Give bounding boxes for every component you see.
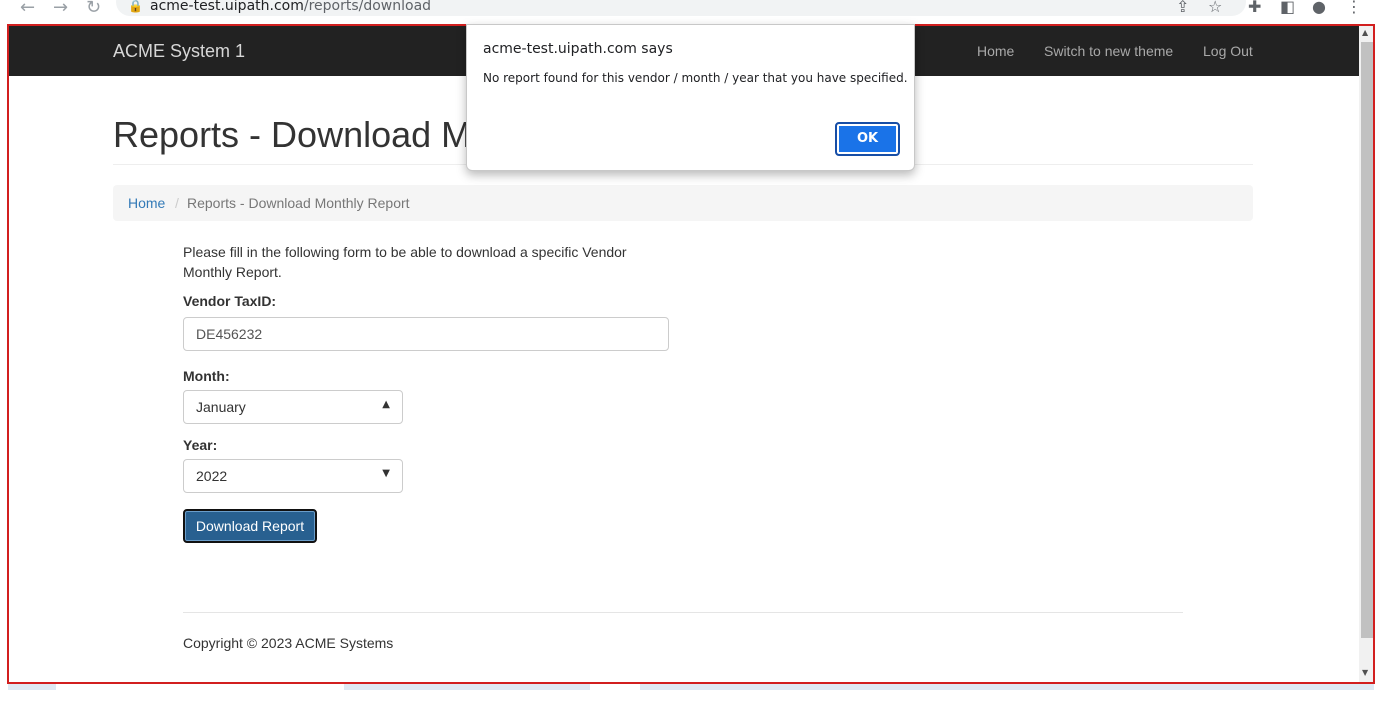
form-intro-text: Please fill in the following form to be … xyxy=(183,244,627,280)
caret-up-icon: ▲ xyxy=(382,399,390,410)
share-icon[interactable]: ⇪ xyxy=(1176,0,1189,16)
side-panel-icon[interactable]: ◧ xyxy=(1280,0,1295,16)
year-select[interactable]: 2022 ▼ xyxy=(183,459,403,493)
month-select[interactable]: January ▲ xyxy=(183,390,403,424)
month-selected-value: January xyxy=(196,399,246,415)
dialog-message: No report found for this vendor / month … xyxy=(483,71,908,85)
year-label: Year: xyxy=(183,437,218,453)
scroll-down-arrow-icon[interactable]: ▼ xyxy=(1362,668,1368,677)
browser-toolbar: ← → ↻ 🔒 acme-test.uipath.com/reports/dow… xyxy=(0,0,1382,24)
brand-link[interactable]: ACME System 1 xyxy=(113,41,245,62)
dialog-title: acme-test.uipath.com says xyxy=(483,41,673,57)
page-title: Reports - Download M xyxy=(113,114,472,155)
year-selected-value: 2022 xyxy=(196,468,228,484)
star-icon[interactable]: ☆ xyxy=(1208,0,1222,16)
lock-icon[interactable]: 🔒 xyxy=(128,0,143,13)
breadcrumb-home-link[interactable]: Home xyxy=(128,195,165,211)
vertical-scrollbar[interactable]: ▲ ▼ xyxy=(1359,26,1373,682)
breadcrumb: Home / Reports - Download Monthly Report xyxy=(113,185,1253,221)
breadcrumb-separator: / xyxy=(175,195,179,211)
breadcrumb-current: Reports - Download Monthly Report xyxy=(187,195,410,211)
scrollbar-thumb[interactable] xyxy=(1361,42,1373,638)
url-text[interactable]: acme-test.uipath.com/reports/download xyxy=(150,0,431,14)
copyright-text: Copyright © 2023 ACME Systems xyxy=(183,635,394,651)
extensions-icon[interactable]: ✚ xyxy=(1248,0,1261,16)
download-report-button[interactable]: Download Report xyxy=(183,509,317,543)
os-taskbar-strip xyxy=(0,684,1382,707)
month-label: Month: xyxy=(183,368,230,384)
taskbar-segment xyxy=(8,684,56,690)
profile-icon[interactable]: ● xyxy=(1312,0,1326,16)
nav-home-link[interactable]: Home xyxy=(977,43,1014,59)
nav-logout-link[interactable]: Log Out xyxy=(1203,43,1253,59)
footer-divider xyxy=(183,612,1183,613)
nav-switch-theme-link[interactable]: Switch to new theme xyxy=(1044,43,1173,59)
back-arrow-icon[interactable]: ← xyxy=(20,0,35,18)
dialog-ok-button[interactable]: OK xyxy=(835,122,900,156)
caret-down-icon: ▼ xyxy=(382,468,390,479)
scroll-up-arrow-icon[interactable]: ▲ xyxy=(1362,28,1368,37)
reload-icon[interactable]: ↻ xyxy=(86,0,101,18)
alert-dialog: acme-test.uipath.com says No report foun… xyxy=(466,24,915,171)
taskbar-segment xyxy=(344,684,590,690)
vendor-taxid-input[interactable]: DE456232 xyxy=(183,317,669,351)
taskbar-segment xyxy=(640,684,1374,690)
vendor-taxid-label: Vendor TaxID: xyxy=(183,293,277,309)
forward-arrow-icon[interactable]: → xyxy=(53,0,68,18)
menu-kebab-icon[interactable]: ⋮ xyxy=(1346,0,1362,16)
